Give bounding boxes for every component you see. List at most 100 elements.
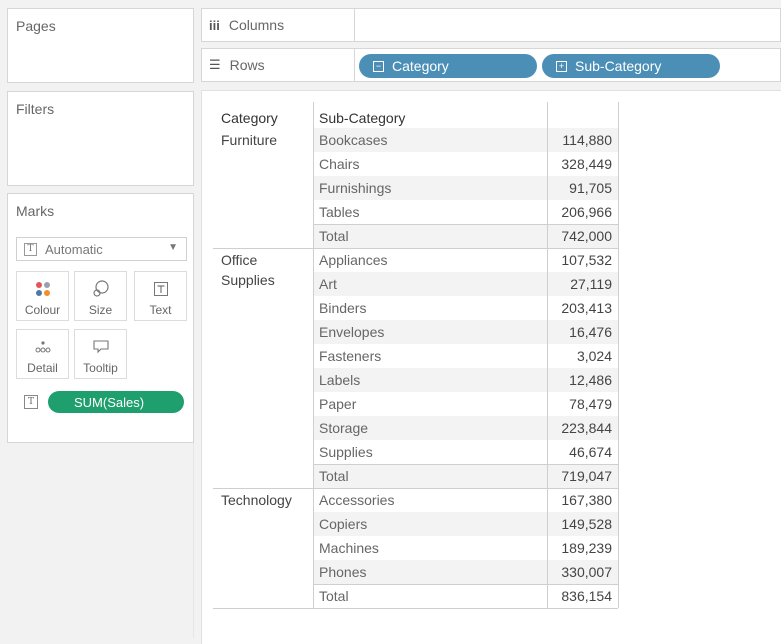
table-row[interactable]: Bookcases 114,880 — [213, 128, 618, 152]
subcategory-label: Storage — [319, 420, 369, 436]
table-row[interactable]: Tables 206,966 — [213, 200, 618, 224]
total-row[interactable]: Total 719,047 — [213, 464, 618, 488]
columns-text: Columns — [228, 17, 285, 33]
sales-value: 78,479 — [569, 396, 612, 412]
subcategory-pill-label: Sub-Category — [575, 58, 662, 74]
sales-mark-field: T SUM(Sales) — [24, 391, 184, 413]
sales-value: 742,000 — [561, 228, 612, 244]
pages-card[interactable]: Pages — [7, 8, 194, 83]
table-row[interactable]: Appliances 107,532 — [213, 248, 618, 272]
subcategory-label: Bookcases — [319, 132, 388, 148]
rows-label: ☰ Rows — [202, 49, 355, 81]
total-row[interactable]: Total 742,000 — [213, 224, 618, 248]
sales-value: 328,449 — [561, 156, 612, 172]
subcategory-label: Phones — [319, 564, 367, 580]
sales-value: 167,380 — [561, 492, 612, 508]
size-icon — [75, 277, 126, 301]
table-row[interactable]: Fasteners 3,024 — [213, 344, 618, 368]
expand-icon[interactable]: + — [556, 60, 567, 72]
size-button[interactable]: Size — [74, 271, 127, 321]
subcategory-label: Furnishings — [319, 180, 392, 196]
table-row[interactable]: Envelopes 16,476 — [213, 320, 618, 344]
subcategory-label: Paper — [319, 396, 357, 412]
header-subcategory[interactable]: Sub-Category — [319, 110, 405, 126]
column-divider — [547, 102, 548, 608]
mark-type-dropdown[interactable]: T Automatic ▼ — [16, 237, 187, 261]
group-divider — [213, 608, 618, 609]
sales-value: 16,476 — [569, 324, 612, 340]
table-row[interactable]: Art 27,119 — [213, 272, 618, 296]
columns-shelf[interactable]: iii Columns — [201, 8, 781, 42]
rows-icon: ☰ — [209, 57, 221, 72]
subcategory-label: Art — [319, 276, 337, 292]
columns-label: iii Columns — [202, 9, 355, 41]
text-label: Text — [149, 303, 172, 317]
table-row[interactable]: Labels 12,486 — [213, 368, 618, 392]
table-row[interactable]: Phones 330,007 — [213, 560, 618, 584]
detail-button[interactable]: Detail — [16, 329, 69, 379]
table-row[interactable]: Supplies 46,674 — [213, 440, 618, 464]
sales-value: 330,007 — [561, 564, 612, 580]
sales-value: 206,966 — [561, 204, 612, 220]
table-row[interactable]: Chairs 328,449 — [213, 152, 618, 176]
mark-type-value: Automatic — [45, 241, 103, 257]
total-divider — [313, 584, 618, 585]
sum-sales-pill[interactable]: SUM(Sales) — [48, 391, 184, 413]
sales-value: 46,674 — [569, 444, 612, 460]
table-row[interactable]: Storage 223,844 — [213, 416, 618, 440]
sales-value: 12,486 — [569, 372, 612, 388]
rows-text: Rows — [229, 57, 265, 73]
subcategory-pill[interactable]: + Sub-Category — [542, 54, 720, 78]
marks-title: Marks — [16, 203, 55, 219]
pages-title: Pages — [16, 18, 56, 34]
sales-value: 114,880 — [562, 132, 612, 148]
detail-icon — [17, 335, 68, 359]
left-pane-empty — [7, 443, 194, 638]
subcategory-label: Fasteners — [319, 348, 382, 364]
tooltip-button[interactable]: Tooltip — [74, 329, 127, 379]
total-divider — [313, 464, 618, 465]
colour-button[interactable]: Colour — [16, 271, 69, 321]
chevron-down-icon: ▼ — [168, 242, 178, 253]
columns-icon: iii — [209, 17, 220, 33]
table-row[interactable]: Paper 78,479 — [213, 392, 618, 416]
subcategory-label: Total — [319, 468, 349, 484]
total-row[interactable]: Total 836,154 — [213, 584, 618, 608]
category-pill-label: Category — [392, 58, 449, 74]
sales-value: 27,119 — [570, 276, 612, 292]
sales-value: 203,413 — [561, 300, 612, 316]
sales-value: 3,024 — [576, 348, 612, 364]
sales-value: 91,705 — [569, 180, 612, 196]
sales-value: 223,844 — [561, 420, 612, 436]
subcategory-label: Tables — [319, 204, 360, 220]
filters-card[interactable]: Filters — [7, 91, 194, 186]
table-row[interactable]: Binders 203,413 — [213, 296, 618, 320]
column-divider — [313, 102, 314, 608]
subcategory-label: Labels — [319, 372, 361, 388]
rows-shelf[interactable]: ☰ Rows − Category + Sub-Category — [201, 48, 781, 82]
text-button[interactable]: Text — [134, 271, 187, 321]
table-row[interactable]: Furnishings 91,705 — [213, 176, 618, 200]
category-pill[interactable]: − Category — [359, 54, 537, 78]
sales-value: 719,047 — [561, 468, 612, 484]
subcategory-label: Total — [319, 588, 349, 604]
filters-title: Filters — [16, 101, 55, 117]
subcategory-label: Envelopes — [319, 324, 385, 340]
subcategory-label: Supplies — [319, 444, 373, 460]
table-row[interactable]: Accessories 167,380 — [213, 488, 618, 512]
table-row[interactable]: Machines 189,239 — [213, 536, 618, 560]
column-divider — [618, 102, 619, 608]
tooltip-label: Tooltip — [83, 361, 118, 375]
table-row[interactable]: Copiers 149,528 — [213, 512, 618, 536]
colour-icon — [17, 277, 68, 301]
total-divider — [313, 224, 618, 225]
text-mark-icon: T — [24, 242, 37, 256]
collapse-icon[interactable]: − — [373, 60, 384, 72]
subcategory-label: Appliances — [319, 252, 388, 268]
crosstab-header-row: Category Sub-Category — [213, 106, 618, 130]
size-label: Size — [88, 303, 113, 317]
subcategory-label: Accessories — [319, 492, 395, 508]
text-encoding-icon: T — [24, 395, 38, 409]
marks-card: Marks T Automatic ▼ Colour Size Text Det… — [7, 193, 194, 443]
header-category[interactable]: Category — [221, 110, 278, 126]
